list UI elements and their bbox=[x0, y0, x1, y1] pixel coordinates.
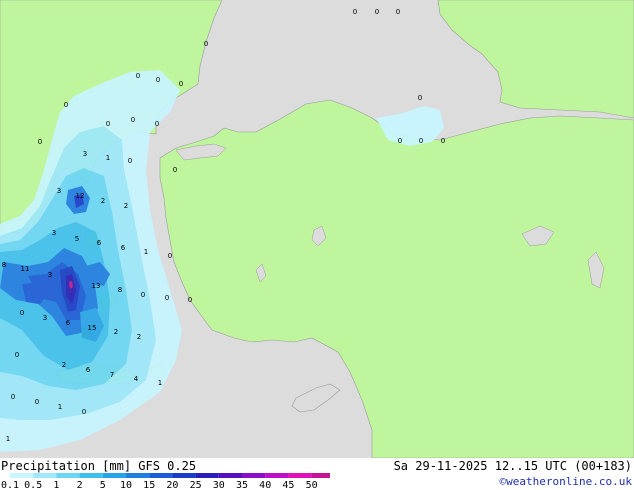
precipitation-map: 0 0 00000 0 0000 0 00 03 1 003122235 66 1 08 11313 80 0… bbox=[0, 0, 634, 458]
legend-swatch bbox=[102, 473, 126, 478]
precip-value-label: 0 bbox=[106, 120, 110, 128]
legend-label: 5 bbox=[100, 480, 106, 490]
precip-value-label: 0 bbox=[141, 291, 145, 299]
precip-value-label: 15 bbox=[88, 324, 97, 332]
precip-value-label: 0 bbox=[38, 138, 42, 146]
precip-value-label: 0 bbox=[441, 137, 445, 145]
map-title: Precipitation [mm] GFS 0.25 bbox=[1, 459, 197, 473]
legend-swatch bbox=[149, 473, 173, 478]
precip-value-label: 1 bbox=[6, 435, 10, 443]
precip-value-label: 0 bbox=[188, 296, 192, 304]
precip-value-label: 0 bbox=[136, 72, 140, 80]
legend-swatches bbox=[10, 473, 330, 478]
precip-value-label: 6 bbox=[86, 366, 91, 374]
precip-value-label: 3 bbox=[43, 314, 47, 322]
legend-label: 30 bbox=[213, 480, 225, 490]
precip-value-label: 11 bbox=[21, 265, 30, 273]
precip-value-label: 0 bbox=[128, 157, 132, 165]
legend-swatch bbox=[218, 473, 242, 478]
legend-swatch bbox=[56, 473, 80, 478]
legend-swatch bbox=[79, 473, 103, 478]
precip-value-label: 1 bbox=[58, 403, 62, 411]
legend-swatch bbox=[33, 473, 57, 478]
legend-label: 0.5 bbox=[24, 480, 42, 490]
legend-label: 20 bbox=[166, 480, 178, 490]
legend-label: 35 bbox=[236, 480, 248, 490]
precip-value-label: 0 bbox=[398, 137, 402, 145]
precip-value-label: 2 bbox=[137, 333, 141, 341]
precip-value-label: 0 bbox=[179, 80, 183, 88]
precip-value-label: 0 bbox=[20, 309, 24, 317]
weather-map-view: 0 0 0 0 0 0 0 0 0 0 0 0 0 0 0 0 3 1 0 0 3 12 2 2 3 5 6 6 1 0 8 11 3 13 8 0 0… bbox=[0, 0, 634, 490]
legend-swatch bbox=[265, 473, 289, 478]
legend-label: 15 bbox=[143, 480, 155, 490]
precip-value-label: 0 bbox=[204, 40, 208, 48]
precip-value-label: 0 bbox=[168, 252, 172, 260]
precip-value-label: 0 bbox=[419, 137, 423, 145]
precip-value-label: 6 bbox=[66, 319, 71, 327]
credit-link[interactable]: ©weatheronline.co.uk bbox=[500, 475, 632, 489]
precip-value-label: 0 bbox=[15, 351, 19, 359]
precip-value-label: 3 bbox=[52, 229, 56, 237]
legend-swatch bbox=[10, 473, 34, 478]
color-legend: 0.1 0.5 1 2 5 10 15 20 25 30 35 40 45 50 bbox=[1, 473, 330, 490]
precip-value-label: 6 bbox=[97, 239, 102, 247]
precip-value-label: 3 bbox=[57, 187, 61, 195]
legend-swatch bbox=[172, 473, 196, 478]
precip-value-label: 0 bbox=[64, 101, 68, 109]
legend-label: 45 bbox=[282, 480, 294, 490]
precip-value-label: 8 bbox=[2, 261, 6, 269]
forecast-timestamp: Sa 29-11-2025 12..15 UTC (00+183) bbox=[393, 459, 632, 473]
precip-value-label: 1 bbox=[158, 379, 162, 387]
precip-value-label: 1 bbox=[106, 154, 110, 162]
precip-value-label: 2 bbox=[62, 361, 66, 369]
precip-value-label: 3 bbox=[83, 150, 87, 158]
precip-value-label: 6 bbox=[121, 244, 126, 252]
legend-swatch bbox=[195, 473, 219, 478]
precip-value-label: 4 bbox=[134, 375, 139, 383]
legend-label: 40 bbox=[259, 480, 271, 490]
precip-value-label: 0 bbox=[418, 94, 422, 102]
legend-swatch bbox=[288, 473, 312, 478]
precip-value-label: 0 bbox=[353, 8, 357, 16]
precip-value-label: 2 bbox=[124, 202, 128, 210]
precip-value-label: 0 bbox=[375, 8, 379, 16]
precip-value-label: 5 bbox=[75, 235, 79, 243]
legend-label: 25 bbox=[190, 480, 202, 490]
precip-value-label: 2 bbox=[114, 328, 118, 336]
precip-value-label: 7 bbox=[110, 371, 114, 379]
precip-value-label: 12 bbox=[76, 192, 85, 200]
precip-value-label: 0 bbox=[396, 8, 400, 16]
legend-swatch bbox=[126, 473, 150, 478]
legend-label: 2 bbox=[77, 480, 83, 490]
legend-labels: 0.1 0.5 1 2 5 10 15 20 25 30 35 40 45 50 bbox=[1, 480, 318, 490]
precip-value-label: 8 bbox=[118, 286, 122, 294]
legend-swatch bbox=[242, 473, 266, 478]
legend-label: 0.1 bbox=[1, 480, 19, 490]
legend-label: 1 bbox=[53, 480, 59, 490]
legend-label: 10 bbox=[120, 480, 132, 490]
precip-value-label: 3 bbox=[48, 271, 52, 279]
legend-label: 50 bbox=[306, 480, 318, 490]
precip-value-label: 0 bbox=[35, 398, 39, 406]
precip-value-label: 0 bbox=[165, 294, 169, 302]
precip-value-label: 0 bbox=[155, 120, 159, 128]
precip-value-label: 0 bbox=[131, 116, 135, 124]
precip-value-label: 0 bbox=[156, 76, 160, 84]
precip-value-label: 2 bbox=[101, 197, 105, 205]
precip-value-label: 0 bbox=[173, 166, 177, 174]
precip-value-label: 0 bbox=[82, 408, 86, 416]
precip-value-label: 0 bbox=[11, 393, 15, 401]
precip-value-label: 13 bbox=[92, 282, 101, 290]
legend-swatch bbox=[311, 473, 330, 478]
precip-value-label: 1 bbox=[144, 248, 148, 256]
